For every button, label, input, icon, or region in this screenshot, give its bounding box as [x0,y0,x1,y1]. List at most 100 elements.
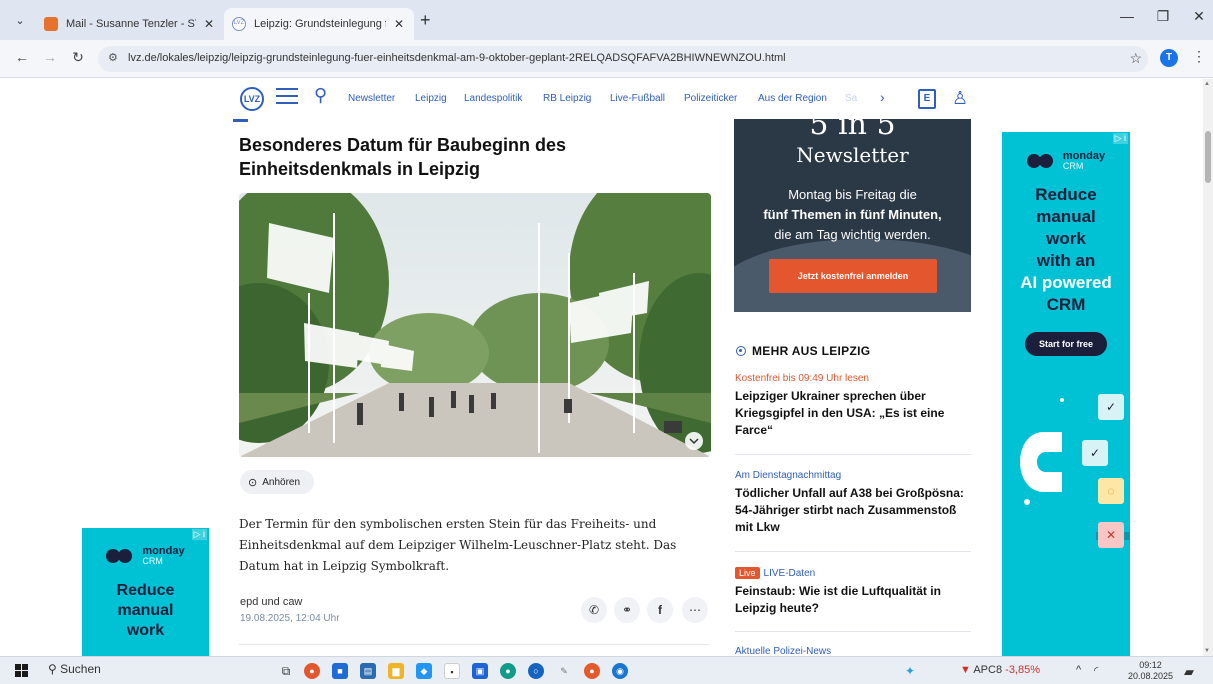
tray-app-icon[interactable]: ✦ [902,663,918,679]
newsletter-text-bold: fünf Themen in fünf Minuten, [763,207,942,222]
section-heading: MEHR AUS LEIPZIG [736,344,870,358]
nav-scroll-right-icon[interactable]: › [880,89,885,105]
app-icon[interactable]: ○ [528,663,544,679]
listen-button[interactable]: ⊙ Anhören [240,470,314,494]
monday-crm-ad-left[interactable]: ▷ i monday CRM Reduce manual work [82,528,209,656]
sidebar-story[interactable]: Kostenfrei bis 09:49 Uhr lesen Leipziger… [735,373,971,439]
tab-search-button[interactable]: ⌄ [10,11,30,31]
checkbox-checked-icon: ✓ [1098,394,1124,420]
more-share-options-icon[interactable]: ⋯ [682,597,708,623]
edge-icon[interactable]: ● [500,663,516,679]
new-tab-button[interactable]: + [420,11,431,29]
lvz-logo[interactable]: LVZ [240,87,264,111]
profile-avatar[interactable]: T [1160,49,1178,67]
stock-name: APC8 [973,664,1003,676]
app-icon[interactable]: ◉ [612,663,628,679]
story-title[interactable]: Leipziger Ukrainer sprechen über Kriegsg… [735,388,971,439]
tab-title: Leipzig: Grundsteinlegung für Ei [254,18,386,30]
user-account-icon[interactable]: ♙ [952,88,968,109]
article-headline: Besonderes Datum für Baubeginn des Einhe… [239,135,567,179]
newsletter-description: Montag bis Freitag die fünf Themen in fü… [742,185,963,245]
store-icon[interactable]: ▤ [360,663,376,679]
chrome-icon[interactable]: ● [304,663,320,679]
story-title[interactable]: Tödlicher Unfall auf A38 bei Großpösna: … [735,485,971,536]
browser-toolbar: ← → ↻ ⚙ lvz.de/lokales/leipzig/leipzig-g… [0,40,1213,78]
listen-label: Anhören [262,476,301,488]
ad-line: work [1046,229,1086,248]
adchoices-icon[interactable]: ▷ i [191,529,207,540]
close-window-button[interactable]: ✕ [1176,8,1213,25]
browser-menu-icon[interactable]: ⋮ [1192,48,1206,65]
url-text[interactable]: lvz.de/lokales/leipzig/leipzig-grundstei… [128,52,786,64]
site-info-icon[interactable]: ⚙ [108,51,118,64]
nav-landespolitik[interactable]: Landespolitik [464,93,522,104]
nav-aus-der-region[interactable]: Aus der Region [758,93,827,104]
story-kicker-text: LIVE-Daten [763,568,816,579]
newsletter-signup-button[interactable]: Jetzt kostenfrei anmelden [769,259,937,293]
tab-title: Mail - Susanne Tenzler - STRATO [66,18,196,30]
epaper-icon[interactable]: E [918,89,936,109]
bookmark-star-icon[interactable]: ☆ [1129,50,1142,67]
close-tab-icon[interactable]: ✕ [202,17,216,31]
monday-crm-ad-right[interactable]: ▷ i monday CRM Reduce manual work with a… [1002,132,1130,656]
nav-rb-leipzig[interactable]: RB Leipzig [543,93,591,104]
scroll-down-arrow-icon[interactable]: ▼ [1204,648,1210,654]
article-teaser: Der Termin für den symbolischen ersten S… [239,517,677,573]
story-divider [735,551,971,552]
article-hero-image[interactable] [239,193,711,457]
facebook-share-icon[interactable]: f [647,597,673,623]
sidebar-story[interactable]: Am Dienstagnachmittag Tödlicher Unfall a… [735,470,971,536]
hamburger-menu-icon[interactable] [276,88,298,109]
clock-time: 09:12 [1139,660,1162,670]
scroll-up-arrow-icon[interactable]: ▲ [1204,81,1210,87]
header-accent-bar [233,119,248,122]
newsletter-title: Newsletter [796,143,909,167]
stock-widget[interactable]: ▼ APC8 -3,85% [960,664,1040,676]
ad-line: Reduce [116,582,175,599]
tab-lvz-article[interactable]: LVZ Leipzig: Grundsteinlegung für Ei ✕ [224,8,414,40]
app-icon[interactable]: ✎ [556,663,572,679]
back-button[interactable]: ← [12,49,32,65]
search-icon[interactable]: ⚲ [314,85,327,106]
forward-button[interactable]: → [40,49,60,65]
checkbox-cross-icon: ✕ [1098,522,1124,548]
app-icon[interactable]: ▣ [472,663,488,679]
windows-taskbar: ⚲ Suchen ⧉ ● ■ ▤ ▆ ◆ ▪ ▣ ● ○ ✎ ● ◉ ✦ ▼ A… [0,656,1213,684]
windows-start-icon[interactable] [15,664,29,678]
nav-leipzig[interactable]: Leipzig [415,93,447,104]
firefox-icon[interactable]: ● [584,663,600,679]
play-circle-icon: ⊙ [248,476,258,489]
tab-mail[interactable]: Mail - Susanne Tenzler - STRATO ✕ [36,8,224,40]
article-divider [239,644,709,645]
nav-live-fussball[interactable]: Live-Fußball [610,93,665,104]
ad-brand-sub: CRM [1062,161,1084,171]
app-icon[interactable]: ◆ [416,663,432,679]
nav-polizeiticker[interactable]: Polizeiticker [684,93,737,104]
wifi-icon[interactable]: ◜ [1094,664,1098,677]
mail-favicon-icon [44,17,58,31]
page-scrollbar[interactable]: ▲ ▼ [1203,79,1213,656]
file-explorer-icon[interactable]: ▆ [388,663,404,679]
close-tab-icon[interactable]: ✕ [392,17,406,31]
scrollbar-thumb[interactable] [1205,131,1211,183]
task-view-icon[interactable]: ⧉ [278,663,294,679]
nav-newsletter[interactable]: Newsletter [348,93,395,104]
ad-start-free-button[interactable]: Start for free [1024,332,1107,356]
sidebar-story[interactable]: Live LIVE-Daten Feinstaub: Wie ist die Lu… [735,567,971,617]
system-clock[interactable]: 09:12 20.08.2025 [1128,660,1173,682]
app-icon[interactable]: ▪ [444,663,460,679]
address-bar[interactable]: ⚙ lvz.de/lokales/leipzig/leipzig-grundst… [98,46,1148,72]
nav-more-faded[interactable]: Sa [845,93,857,104]
notification-icon[interactable]: ▰ [1184,664,1194,680]
taskbar-search[interactable]: ⚲ Suchen [48,662,101,676]
adchoices-icon[interactable]: ▷ i [1112,133,1128,144]
tray-chevron-icon[interactable]: ^ [1076,664,1081,676]
monday-logo-mark-icon [106,545,136,567]
ad-line: CRM [1046,295,1086,314]
hero-rendering-illustration [239,193,711,457]
app-icon[interactable]: ■ [332,663,348,679]
story-title[interactable]: Feinstaub: Wie ist die Luftqualität in L… [735,583,971,617]
whatsapp-share-icon[interactable]: ✆ [581,597,607,623]
copy-link-icon[interactable]: ⚭ [614,597,640,623]
reload-button[interactable]: ↻ [68,49,88,66]
